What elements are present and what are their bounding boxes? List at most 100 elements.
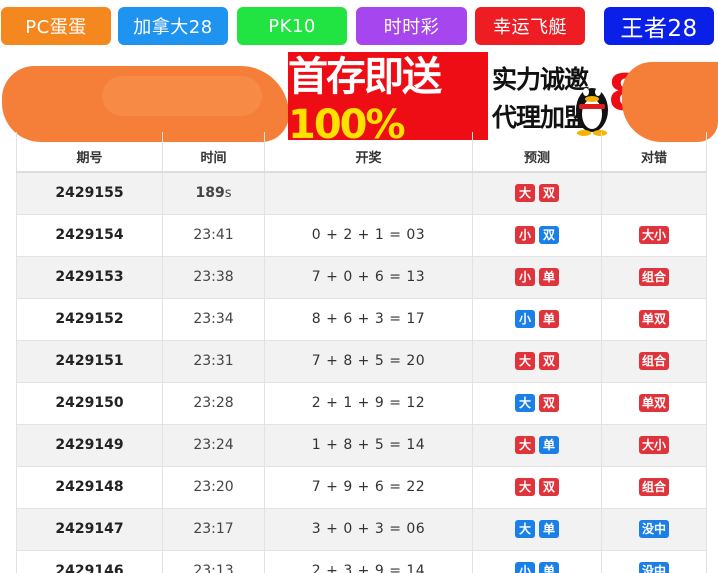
prediction-tag: 小 bbox=[515, 268, 535, 286]
verdict-cell: 单双 bbox=[601, 381, 707, 425]
time-cell: 23:38 bbox=[162, 255, 265, 299]
verdict-cell: 大小 bbox=[601, 213, 707, 257]
time-cell: 23:28 bbox=[162, 381, 265, 425]
nav-canada28-button[interactable]: 加拿大28 bbox=[118, 7, 228, 45]
result-cell: 7 + 9 + 6 = 22 bbox=[264, 465, 473, 509]
table-row: 2429146 23:13 2 + 3 + 9 = 14 小单没中 bbox=[16, 549, 707, 573]
verdict-cell: 组合 bbox=[601, 255, 707, 299]
verdict-cell: 没中 bbox=[601, 549, 707, 573]
issue-cell: 2429155 bbox=[16, 171, 163, 215]
result-cell: 2 + 3 + 9 = 14 bbox=[264, 549, 473, 573]
nav-shishicai-button[interactable]: 时时彩 bbox=[356, 7, 467, 45]
time-cell: 23:41 bbox=[162, 213, 265, 257]
time-cell: 23:24 bbox=[162, 423, 265, 467]
prediction-tag: 大 bbox=[515, 184, 535, 203]
header-verdict: 对错 bbox=[601, 132, 707, 173]
verdict-tag: 组合 bbox=[638, 478, 669, 496]
issue-cell: 2429149 bbox=[16, 423, 163, 467]
prediction-cell: 大单 bbox=[472, 423, 602, 467]
prediction-tag: 双 bbox=[539, 352, 559, 370]
table-row: 2429155 189s 大双 bbox=[16, 171, 707, 215]
issue-cell: 2429151 bbox=[16, 339, 163, 383]
table-row: 2429148 23:20 7 + 9 + 6 = 22 大双组合 bbox=[16, 465, 707, 509]
prediction-tag: 大 bbox=[515, 520, 535, 538]
table-row: 2429149 23:24 1 + 8 + 5 = 14 大单大小 bbox=[16, 423, 707, 467]
issue-cell: 2429146 bbox=[16, 549, 163, 573]
prediction-tag: 双 bbox=[539, 478, 559, 496]
prediction-tag: 单 bbox=[539, 562, 559, 573]
prediction-cell: 大双 bbox=[472, 381, 602, 425]
header-result: 开奖 bbox=[264, 132, 473, 173]
verdict-tag: 单双 bbox=[638, 394, 669, 412]
verdict-cell bbox=[601, 171, 707, 215]
result-cell bbox=[264, 171, 473, 215]
result-cell: 8 + 6 + 3 = 17 bbox=[264, 297, 473, 341]
verdict-cell: 组合 bbox=[601, 339, 707, 383]
nav-xingyunfeiting-button[interactable]: 幸运飞艇 bbox=[475, 7, 585, 45]
prediction-tag: 小 bbox=[515, 226, 535, 244]
prediction-cell: 小单 bbox=[472, 255, 602, 299]
nav-wangzhe28-button[interactable]: 王者28 bbox=[604, 7, 714, 45]
verdict-tag: 组合 bbox=[638, 352, 669, 370]
prediction-cell: 小单 bbox=[472, 549, 602, 573]
qq-penguin-icon bbox=[576, 88, 608, 136]
prediction-cell: 大单 bbox=[472, 507, 602, 551]
countdown-value: 189 bbox=[195, 185, 225, 202]
verdict-cell: 单双 bbox=[601, 297, 707, 341]
verdict-tag: 没中 bbox=[638, 562, 669, 573]
table-row: 2429150 23:28 2 + 1 + 9 = 12 大双单双 bbox=[16, 381, 707, 425]
table-row: 2429151 23:31 7 + 8 + 5 = 20 大双组合 bbox=[16, 339, 707, 383]
prediction-cell: 小单 bbox=[472, 297, 602, 341]
header-issue: 期号 bbox=[16, 132, 163, 173]
prediction-tag: 双 bbox=[539, 394, 559, 412]
verdict-tag: 没中 bbox=[638, 520, 669, 538]
verdict-cell: 组合 bbox=[601, 465, 707, 509]
header-time: 时间 bbox=[162, 132, 265, 173]
ad-deposit-bonus[interactable]: 首存即送100% bbox=[288, 52, 488, 148]
prediction-tag: 单 bbox=[539, 520, 559, 538]
nav-pcdandan-button[interactable]: PC蛋蛋 bbox=[1, 7, 111, 45]
table-row: 2429154 23:41 0 + 2 + 1 = 03 小双大小 bbox=[16, 213, 707, 257]
time-cell: 23:17 bbox=[162, 507, 265, 551]
table-row: 2429147 23:17 3 + 0 + 3 = 06 大单没中 bbox=[16, 507, 707, 551]
prediction-cell: 大双 bbox=[472, 171, 602, 215]
issue-cell: 2429153 bbox=[16, 255, 163, 299]
prediction-tag: 单 bbox=[539, 436, 559, 454]
issue-cell: 2429148 bbox=[16, 465, 163, 509]
lottery-nav: PC蛋蛋 加拿大28 PK10 时时彩 幸运飞艇 王者28 bbox=[0, 0, 718, 50]
result-cell: 2 + 1 + 9 = 12 bbox=[264, 381, 473, 425]
table-row: 2429153 23:38 7 + 0 + 6 = 13 小单组合 bbox=[16, 255, 707, 299]
result-cell: 7 + 0 + 6 = 13 bbox=[264, 255, 473, 299]
prediction-tag: 双 bbox=[539, 226, 559, 244]
issue-cell: 2429147 bbox=[16, 507, 163, 551]
ad-banner[interactable]: 首存即送100% 实力诚邀 代理加盟 8 bbox=[0, 50, 718, 148]
countdown-unit: s bbox=[224, 186, 232, 202]
prediction-tag: 大 bbox=[515, 478, 535, 496]
time-cell: 23:31 bbox=[162, 339, 265, 383]
prediction-tag: 大 bbox=[515, 352, 535, 370]
prediction-tag: 单 bbox=[539, 268, 559, 286]
prediction-tag: 大 bbox=[515, 436, 535, 454]
results-table-container: 期号 时间 开奖 预测 对错 2429155 189s 大双 2429154 23:41… bbox=[16, 132, 707, 573]
results-table: 期号 时间 开奖 预测 对错 2429155 189s 大双 2429154 23:41… bbox=[16, 132, 707, 573]
verdict-tag: 大小 bbox=[638, 226, 669, 244]
redaction-blob-left bbox=[2, 66, 289, 142]
prediction-cell: 大双 bbox=[472, 465, 602, 509]
verdict-cell: 没中 bbox=[601, 507, 707, 551]
table-header-row: 期号 时间 开奖 预测 对错 bbox=[16, 132, 707, 173]
time-cell: 23:34 bbox=[162, 297, 265, 341]
prediction-tag: 大 bbox=[515, 394, 535, 412]
result-cell: 3 + 0 + 3 = 06 bbox=[264, 507, 473, 551]
prediction-tag: 小 bbox=[515, 310, 535, 328]
issue-cell: 2429152 bbox=[16, 297, 163, 341]
prediction-tag: 单 bbox=[539, 310, 559, 328]
redaction-blob-right bbox=[622, 62, 718, 142]
prediction-cell: 小双 bbox=[472, 213, 602, 257]
table-body: 2429155 189s 大双 2429154 23:41 0 + 2 + 1 = 03 小… bbox=[16, 171, 707, 573]
prediction-cell: 大双 bbox=[472, 339, 602, 383]
result-cell: 7 + 8 + 5 = 20 bbox=[264, 339, 473, 383]
nav-pk10-button[interactable]: PK10 bbox=[237, 7, 347, 45]
time-cell: 189s bbox=[162, 171, 265, 215]
table-row: 2429152 23:34 8 + 6 + 3 = 17 小单单双 bbox=[16, 297, 707, 341]
verdict-tag: 大小 bbox=[638, 436, 669, 454]
